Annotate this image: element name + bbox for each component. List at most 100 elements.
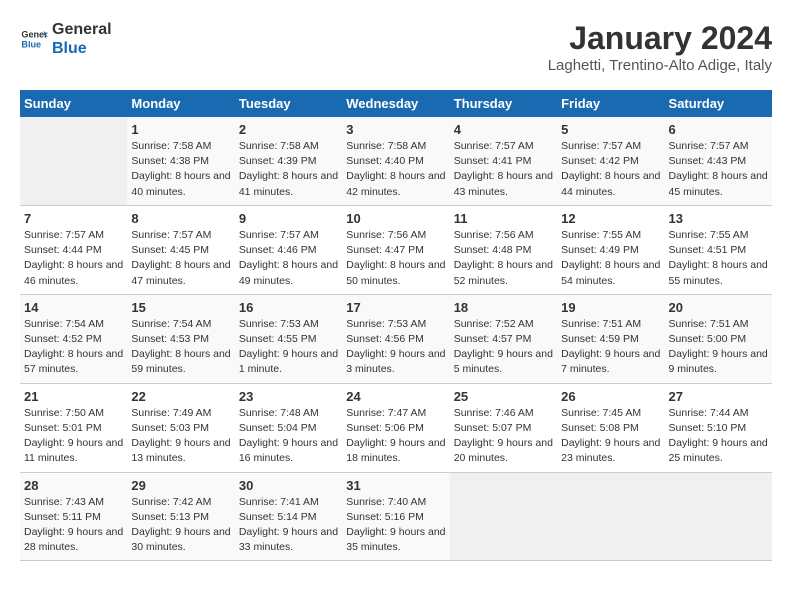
calendar-cell (450, 472, 557, 561)
calendar-body: 1 Sunrise: 7:58 AM Sunset: 4:38 PM Dayli… (20, 117, 772, 561)
calendar-cell: 27 Sunrise: 7:44 AM Sunset: 5:10 PM Dayl… (665, 383, 772, 472)
calendar-cell: 9 Sunrise: 7:57 AM Sunset: 4:46 PM Dayli… (235, 205, 342, 294)
day-number: 6 (669, 122, 768, 137)
day-info: Sunrise: 7:57 AM Sunset: 4:46 PM Dayligh… (239, 228, 338, 289)
calendar-cell: 30 Sunrise: 7:41 AM Sunset: 5:14 PM Dayl… (235, 472, 342, 561)
calendar-cell: 14 Sunrise: 7:54 AM Sunset: 4:52 PM Dayl… (20, 294, 127, 383)
day-info: Sunrise: 7:57 AM Sunset: 4:44 PM Dayligh… (24, 228, 123, 289)
calendar-cell: 3 Sunrise: 7:58 AM Sunset: 4:40 PM Dayli… (342, 117, 449, 205)
calendar-cell: 12 Sunrise: 7:55 AM Sunset: 4:49 PM Dayl… (557, 205, 664, 294)
calendar-cell (557, 472, 664, 561)
calendar-cell: 15 Sunrise: 7:54 AM Sunset: 4:53 PM Dayl… (127, 294, 234, 383)
calendar-cell: 31 Sunrise: 7:40 AM Sunset: 5:16 PM Dayl… (342, 472, 449, 561)
page-header: General Blue General Blue January 2024 L… (20, 20, 772, 74)
calendar-cell: 20 Sunrise: 7:51 AM Sunset: 5:00 PM Dayl… (665, 294, 772, 383)
logo: General Blue General Blue (20, 20, 112, 58)
day-number: 3 (346, 122, 445, 137)
day-number: 13 (669, 211, 768, 226)
day-info: Sunrise: 7:46 AM Sunset: 5:07 PM Dayligh… (454, 406, 553, 467)
day-number: 8 (131, 211, 230, 226)
day-number: 27 (669, 389, 768, 404)
calendar-cell: 23 Sunrise: 7:48 AM Sunset: 5:04 PM Dayl… (235, 383, 342, 472)
day-info: Sunrise: 7:41 AM Sunset: 5:14 PM Dayligh… (239, 495, 338, 556)
calendar-cell: 25 Sunrise: 7:46 AM Sunset: 5:07 PM Dayl… (450, 383, 557, 472)
day-info: Sunrise: 7:49 AM Sunset: 5:03 PM Dayligh… (131, 406, 230, 467)
day-info: Sunrise: 7:58 AM Sunset: 4:38 PM Dayligh… (131, 139, 230, 200)
logo-icon: General Blue (20, 25, 48, 53)
day-number: 17 (346, 300, 445, 315)
calendar-table: Sunday Monday Tuesday Wednesday Thursday… (20, 90, 772, 561)
calendar-cell: 5 Sunrise: 7:57 AM Sunset: 4:42 PM Dayli… (557, 117, 664, 205)
day-number: 16 (239, 300, 338, 315)
day-number: 18 (454, 300, 553, 315)
header-wednesday: Wednesday (342, 90, 449, 117)
day-number: 30 (239, 478, 338, 493)
calendar-cell (20, 117, 127, 205)
calendar-cell: 29 Sunrise: 7:42 AM Sunset: 5:13 PM Dayl… (127, 472, 234, 561)
day-number: 10 (346, 211, 445, 226)
day-info: Sunrise: 7:55 AM Sunset: 4:49 PM Dayligh… (561, 228, 660, 289)
day-info: Sunrise: 7:54 AM Sunset: 4:53 PM Dayligh… (131, 317, 230, 378)
day-number: 28 (24, 478, 123, 493)
header-sunday: Sunday (20, 90, 127, 117)
day-info: Sunrise: 7:57 AM Sunset: 4:45 PM Dayligh… (131, 228, 230, 289)
day-info: Sunrise: 7:55 AM Sunset: 4:51 PM Dayligh… (669, 228, 768, 289)
day-number: 15 (131, 300, 230, 315)
day-info: Sunrise: 7:42 AM Sunset: 5:13 PM Dayligh… (131, 495, 230, 556)
calendar-cell: 26 Sunrise: 7:45 AM Sunset: 5:08 PM Dayl… (557, 383, 664, 472)
day-number: 9 (239, 211, 338, 226)
calendar-week-row: 1 Sunrise: 7:58 AM Sunset: 4:38 PM Dayli… (20, 117, 772, 205)
calendar-cell: 17 Sunrise: 7:53 AM Sunset: 4:56 PM Dayl… (342, 294, 449, 383)
day-info: Sunrise: 7:57 AM Sunset: 4:42 PM Dayligh… (561, 139, 660, 200)
calendar-cell: 22 Sunrise: 7:49 AM Sunset: 5:03 PM Dayl… (127, 383, 234, 472)
day-number: 11 (454, 211, 553, 226)
day-info: Sunrise: 7:50 AM Sunset: 5:01 PM Dayligh… (24, 406, 123, 467)
day-info: Sunrise: 7:51 AM Sunset: 4:59 PM Dayligh… (561, 317, 660, 378)
day-info: Sunrise: 7:45 AM Sunset: 5:08 PM Dayligh… (561, 406, 660, 467)
day-info: Sunrise: 7:57 AM Sunset: 4:43 PM Dayligh… (669, 139, 768, 200)
logo-blue-text: Blue (52, 39, 112, 58)
calendar-cell: 8 Sunrise: 7:57 AM Sunset: 4:45 PM Dayli… (127, 205, 234, 294)
header-tuesday: Tuesday (235, 90, 342, 117)
day-number: 7 (24, 211, 123, 226)
day-number: 22 (131, 389, 230, 404)
day-number: 2 (239, 122, 338, 137)
calendar-cell: 2 Sunrise: 7:58 AM Sunset: 4:39 PM Dayli… (235, 117, 342, 205)
day-number: 29 (131, 478, 230, 493)
day-number: 4 (454, 122, 553, 137)
day-number: 12 (561, 211, 660, 226)
calendar-cell: 10 Sunrise: 7:56 AM Sunset: 4:47 PM Dayl… (342, 205, 449, 294)
day-number: 19 (561, 300, 660, 315)
logo-general-text: General (52, 20, 112, 39)
header-saturday: Saturday (665, 90, 772, 117)
day-number: 25 (454, 389, 553, 404)
day-info: Sunrise: 7:56 AM Sunset: 4:47 PM Dayligh… (346, 228, 445, 289)
calendar-week-row: 21 Sunrise: 7:50 AM Sunset: 5:01 PM Dayl… (20, 383, 772, 472)
calendar-cell: 6 Sunrise: 7:57 AM Sunset: 4:43 PM Dayli… (665, 117, 772, 205)
header-friday: Friday (557, 90, 664, 117)
day-info: Sunrise: 7:43 AM Sunset: 5:11 PM Dayligh… (24, 495, 123, 556)
day-info: Sunrise: 7:57 AM Sunset: 4:41 PM Dayligh… (454, 139, 553, 200)
location-title: Laghetti, Trentino-Alto Adige, Italy (548, 57, 772, 74)
day-info: Sunrise: 7:52 AM Sunset: 4:57 PM Dayligh… (454, 317, 553, 378)
calendar-cell: 18 Sunrise: 7:52 AM Sunset: 4:57 PM Dayl… (450, 294, 557, 383)
day-info: Sunrise: 7:56 AM Sunset: 4:48 PM Dayligh… (454, 228, 553, 289)
day-number: 5 (561, 122, 660, 137)
calendar-week-row: 28 Sunrise: 7:43 AM Sunset: 5:11 PM Dayl… (20, 472, 772, 561)
calendar-cell: 24 Sunrise: 7:47 AM Sunset: 5:06 PM Dayl… (342, 383, 449, 472)
calendar-cell: 11 Sunrise: 7:56 AM Sunset: 4:48 PM Dayl… (450, 205, 557, 294)
day-info: Sunrise: 7:51 AM Sunset: 5:00 PM Dayligh… (669, 317, 768, 378)
day-info: Sunrise: 7:58 AM Sunset: 4:40 PM Dayligh… (346, 139, 445, 200)
weekday-header-row: Sunday Monday Tuesday Wednesday Thursday… (20, 90, 772, 117)
day-info: Sunrise: 7:47 AM Sunset: 5:06 PM Dayligh… (346, 406, 445, 467)
calendar-week-row: 7 Sunrise: 7:57 AM Sunset: 4:44 PM Dayli… (20, 205, 772, 294)
calendar-week-row: 14 Sunrise: 7:54 AM Sunset: 4:52 PM Dayl… (20, 294, 772, 383)
calendar-cell (665, 472, 772, 561)
day-number: 26 (561, 389, 660, 404)
day-info: Sunrise: 7:44 AM Sunset: 5:10 PM Dayligh… (669, 406, 768, 467)
calendar-cell: 7 Sunrise: 7:57 AM Sunset: 4:44 PM Dayli… (20, 205, 127, 294)
day-number: 21 (24, 389, 123, 404)
day-number: 31 (346, 478, 445, 493)
header-thursday: Thursday (450, 90, 557, 117)
day-number: 14 (24, 300, 123, 315)
